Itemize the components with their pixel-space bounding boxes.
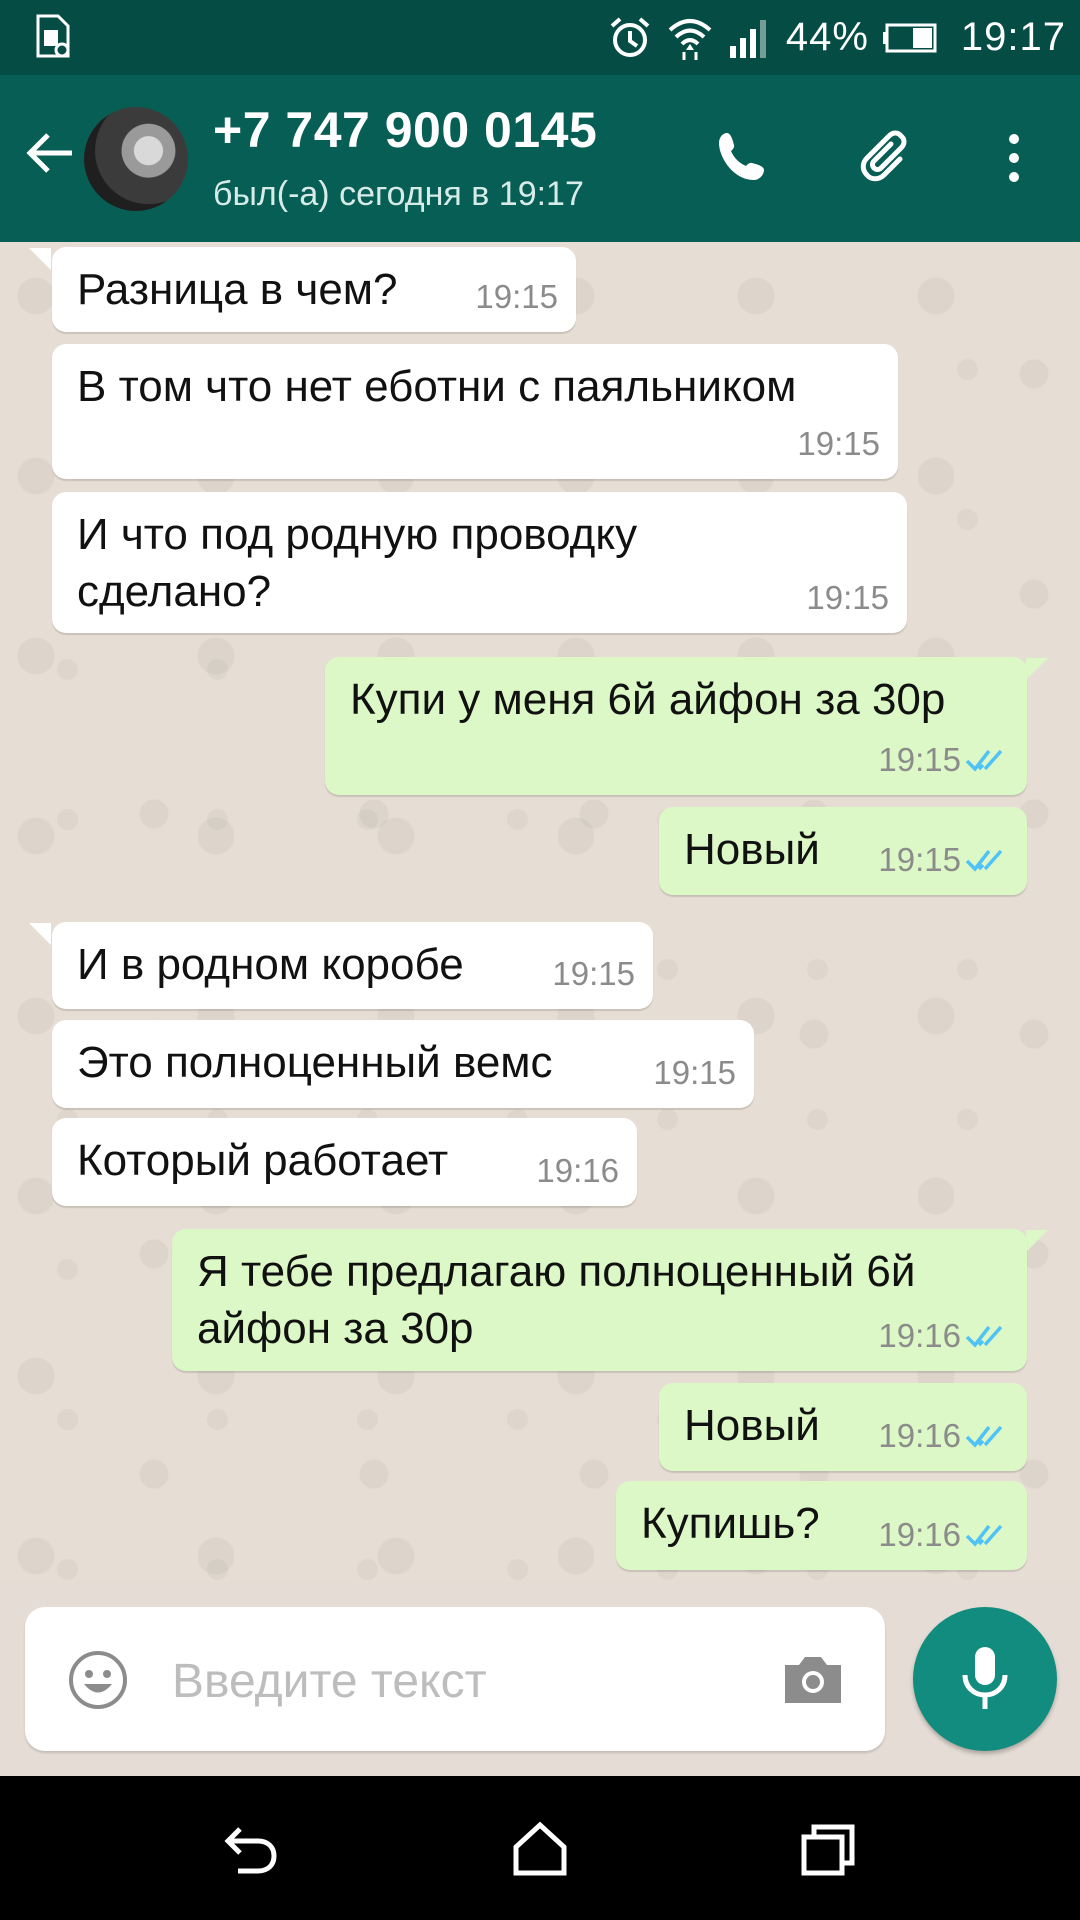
wifi-icon: [668, 18, 712, 60]
message-time: 19:15: [653, 1054, 736, 1091]
status-clock: 19:17: [960, 15, 1066, 59]
read-ticks-icon: [965, 749, 1003, 772]
message-input[interactable]: [170, 1649, 774, 1713]
avatar[interactable]: [84, 107, 188, 211]
message-line: сделано?: [77, 567, 272, 616]
message-incoming[interactable]: И что под родную проводку сделано? 19:15: [52, 492, 907, 633]
read-ticks-icon: [965, 1524, 1003, 1547]
message-time: 19:16: [878, 1317, 961, 1354]
message-outgoing[interactable]: Купи у меня 6й айфон за 30р 19:15: [325, 657, 1027, 795]
message-incoming[interactable]: Который работает 19:16: [52, 1118, 637, 1206]
read-ticks-icon: [965, 1425, 1003, 1448]
nav-recents-icon[interactable]: [798, 1821, 858, 1877]
message-time: 19:15: [878, 741, 961, 778]
message-composer: [25, 1607, 885, 1751]
message-text: Это полноценный вемс: [77, 1038, 553, 1087]
emoji-icon[interactable]: [67, 1649, 129, 1711]
mic-icon: [962, 1647, 1008, 1709]
message-outgoing[interactable]: Новый 19:16: [659, 1383, 1027, 1471]
sim-settings-icon: [36, 14, 70, 58]
camera-icon[interactable]: [781, 1651, 845, 1707]
message-time: 19:16: [878, 1516, 961, 1553]
status-bar: 44% 19:17: [0, 0, 1080, 75]
message-time: 19:15: [552, 955, 635, 992]
last-seen-status: был(-а) сегодня в 19:17: [213, 175, 584, 213]
message-outgoing[interactable]: Новый 19:15: [659, 807, 1027, 895]
message-text: Новый: [684, 825, 820, 874]
signal-icon: [729, 19, 766, 58]
back-arrow-icon[interactable]: [22, 125, 78, 181]
message-text: В том что нет еботни с паяльником: [77, 362, 797, 411]
bubble-tail: [29, 923, 51, 945]
message-text: Разница в чем?: [77, 265, 398, 314]
message-text: Я тебе предлагаю полноценный 6й айфон за…: [197, 1243, 915, 1357]
system-nav-bar: [0, 1776, 1080, 1920]
message-incoming[interactable]: И в родном коробе 19:15: [52, 922, 653, 1009]
message-time: 19:15: [797, 425, 880, 462]
bubble-tail: [1026, 658, 1048, 680]
nav-home-icon[interactable]: [510, 1821, 570, 1877]
message-line: Я тебе предлагаю полноценный 6й: [197, 1247, 916, 1296]
message-outgoing[interactable]: Купишь? 19:16: [616, 1481, 1027, 1570]
read-ticks-icon: [965, 849, 1003, 872]
message-text: Купишь?: [641, 1499, 820, 1548]
read-ticks-icon: [965, 1325, 1003, 1348]
message-time: 19:16: [878, 1417, 961, 1454]
battery-percent: 44%: [785, 15, 869, 59]
nav-back-icon[interactable]: [222, 1821, 282, 1877]
bubble-tail: [29, 248, 51, 270]
message-time: 19:15: [475, 278, 558, 315]
message-time: 19:15: [806, 579, 889, 616]
message-line: айфон за 30р: [197, 1304, 474, 1353]
message-text: И что под родную проводку сделано?: [77, 506, 637, 620]
message-list[interactable]: Разница в чем? 19:15 В том что нет еботн…: [0, 242, 1080, 1582]
contact-name[interactable]: +7 747 900 0145: [213, 101, 597, 159]
message-incoming[interactable]: В том что нет еботни с паяльником 19:15: [52, 344, 898, 479]
message-outgoing[interactable]: Я тебе предлагаю полноценный 6й айфон за…: [172, 1229, 1027, 1371]
message-incoming[interactable]: Разница в чем? 19:15: [52, 247, 576, 332]
message-time: 19:16: [536, 1152, 619, 1189]
message-text: Который работает: [77, 1136, 449, 1185]
message-time: 19:15: [878, 841, 961, 878]
paperclip-icon[interactable]: [856, 127, 918, 189]
message-line: И что под родную проводку: [77, 510, 638, 559]
chat-header: +7 747 900 0145 был(-а) сегодня в 19:17: [0, 75, 1080, 242]
message-text: Купи у меня 6й айфон за 30р: [350, 675, 946, 724]
mic-button[interactable]: [913, 1607, 1057, 1751]
message-text: Новый: [684, 1401, 820, 1450]
message-incoming[interactable]: Это полноценный вемс 19:15: [52, 1020, 754, 1108]
battery-icon: [882, 23, 937, 52]
alarm-icon: [610, 16, 650, 57]
more-vert-icon[interactable]: [983, 127, 1045, 189]
message-text: И в родном коробе: [77, 940, 464, 989]
phone-icon[interactable]: [713, 127, 775, 189]
bubble-tail: [1026, 1230, 1048, 1252]
